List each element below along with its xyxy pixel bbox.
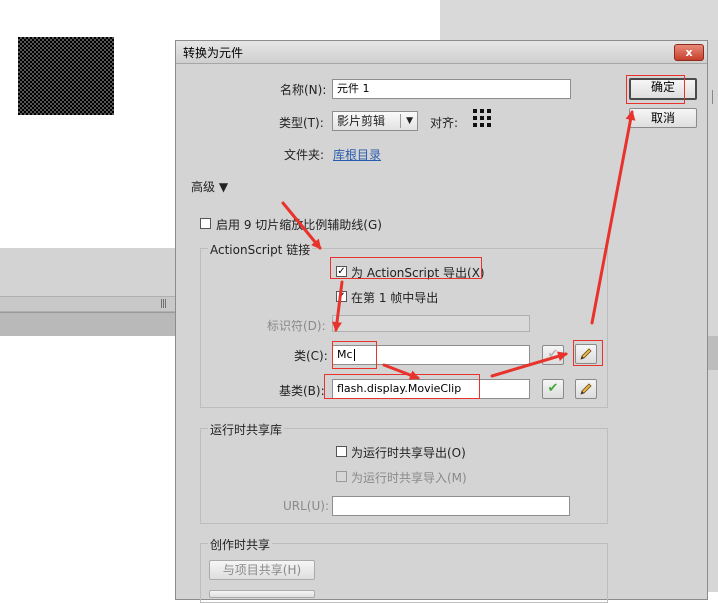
scale9-checkbox[interactable] (200, 218, 211, 229)
export-first-frame-label: 在第 1 帧中导出 (351, 291, 439, 305)
right-panel-edge (708, 40, 718, 592)
scroll-grip-icon: ||| (160, 299, 167, 309)
annotation-box-edit (573, 340, 603, 366)
selected-bitmap[interactable] (18, 37, 114, 115)
runtime-import-label: 为运行时共享导入(M) (351, 471, 467, 485)
close-icon: x (685, 46, 693, 59)
edit-base-class-button[interactable] (575, 379, 597, 399)
horizontal-scrollbar[interactable]: ||| (0, 296, 176, 312)
timeline-panel-strip (0, 312, 176, 337)
identifier-label: 标识符(D): (267, 319, 326, 333)
runtime-export-checkbox[interactable] (336, 446, 347, 457)
chevron-down-icon: ▼ (406, 116, 413, 126)
annotation-box-class (332, 341, 377, 369)
runtime-export-label: 为运行时共享导出(O) (351, 446, 466, 460)
identifier-input (332, 315, 530, 332)
scale9-label: 启用 9 切片缩放比例辅助线(G) (216, 218, 382, 232)
pasteboard (0, 248, 176, 296)
name-label: 名称(N): (280, 83, 327, 97)
validate-base-class-button[interactable]: ✔ (542, 379, 564, 399)
share-with-project-button: 与项目共享(H) (209, 560, 315, 580)
advanced-toggle[interactable]: 高级 ▼ (191, 178, 228, 195)
dialog-title: 转换为元件 (183, 46, 244, 60)
dropdown-separator (400, 114, 401, 128)
folder-label: 文件夹: (284, 148, 325, 162)
pasteboard-top (440, 0, 718, 40)
base-class-label: 基类(B): (279, 384, 325, 398)
name-input[interactable]: 元件 1 (332, 79, 571, 99)
registration-grid-icon[interactable] (473, 109, 495, 131)
authortime-group-title: 创作时共享 (208, 536, 273, 553)
annotation-box-base-class (324, 374, 480, 399)
type-select[interactable]: 影片剪辑 ▼ (332, 111, 418, 131)
runtime-group-title: 运行时共享库 (208, 421, 285, 438)
panel-band (708, 336, 718, 370)
type-select-value: 影片剪辑 (337, 114, 386, 128)
actionscript-group-title: ActionScript 链接 (208, 241, 313, 258)
annotation-box-ok (626, 75, 685, 104)
export-first-frame-checkbox[interactable]: ✓ (336, 291, 347, 302)
check-icon: ✔ (547, 347, 559, 362)
panel-divider (712, 90, 718, 104)
lower-panel (0, 336, 176, 592)
cancel-button[interactable]: 取消 (629, 108, 697, 128)
url-input[interactable] (332, 496, 570, 516)
check-icon: ✔ (547, 381, 559, 396)
align-label: 对齐: (430, 116, 459, 130)
pencil-icon (580, 383, 592, 395)
runtime-import-checkbox (336, 471, 347, 482)
class-label: 类(C): (294, 349, 328, 363)
dialog-titlebar[interactable]: 转换为元件 x (176, 41, 707, 64)
url-label: URL(U): (283, 499, 329, 513)
annotation-box-export (330, 257, 482, 279)
close-button[interactable]: x (674, 44, 704, 61)
convert-to-symbol-dialog: 转换为元件 x 名称(N): 元件 1 类型(T): 影片剪辑 ▼ 对齐: 文件… (175, 40, 708, 603)
type-label: 类型(T): (279, 116, 324, 130)
validate-class-button[interactable]: ✔ (542, 345, 564, 365)
authortime-secondary-button (209, 590, 315, 598)
library-root-link[interactable]: 库根目录 (333, 146, 381, 163)
